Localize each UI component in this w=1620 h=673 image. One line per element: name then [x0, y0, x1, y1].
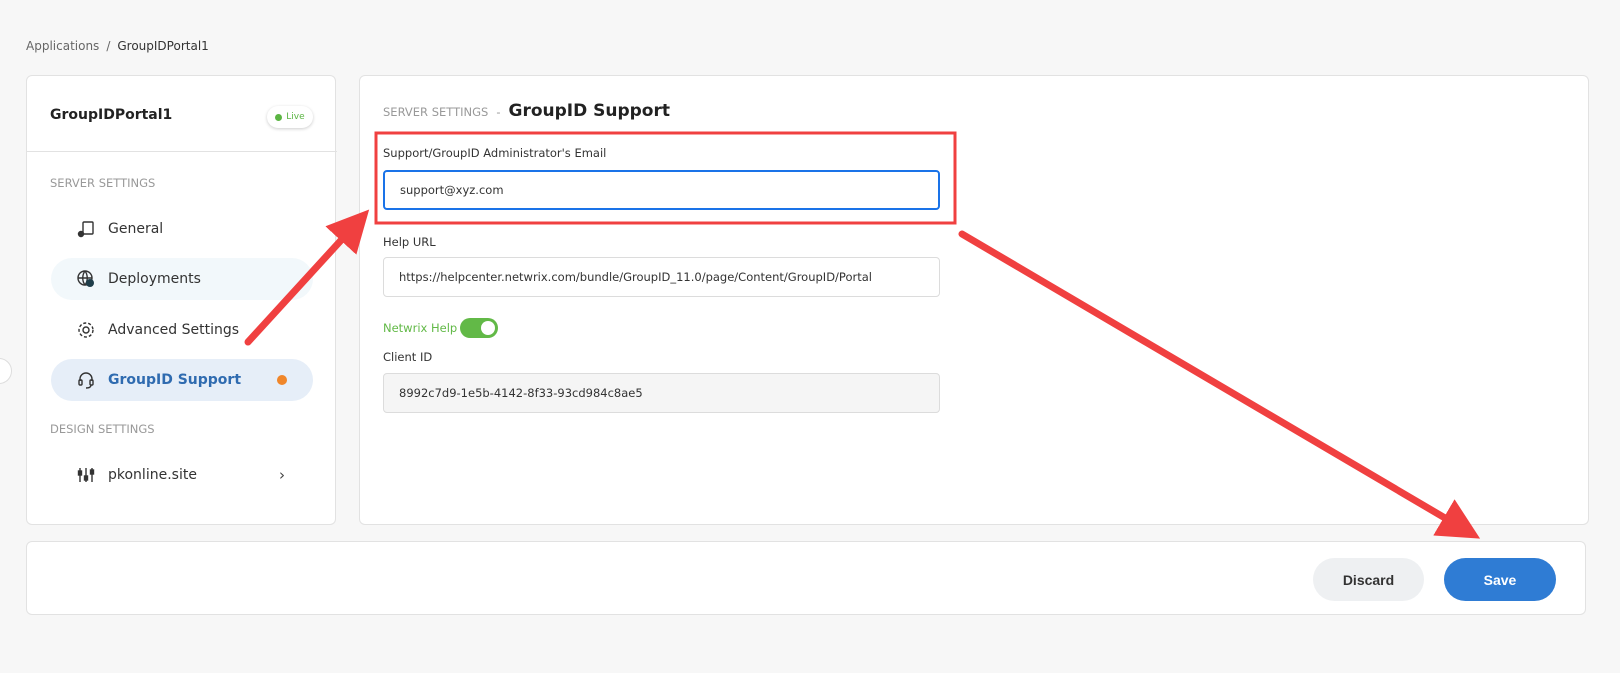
sidebar-item-general[interactable]: General	[51, 208, 313, 250]
design-settings-heading: DESIGN SETTINGS	[50, 422, 155, 436]
client-id-label: Client ID	[383, 350, 433, 364]
toggle-knob	[481, 321, 495, 335]
discard-button[interactable]: Discard	[1313, 558, 1424, 601]
page-header: SERVER SETTINGS - GroupID Support	[383, 101, 670, 121]
help-url-field[interactable]: https://helpcenter.netwrix.com/bundle/Gr…	[383, 257, 940, 297]
breadcrumb-separator: /	[106, 39, 111, 53]
sidebar-item-label: Advanced Settings	[108, 322, 240, 338]
save-button[interactable]: Save	[1444, 558, 1556, 601]
sidebar-item-label: Deployments	[108, 271, 201, 287]
collapse-sidebar-button[interactable]: ‹	[0, 358, 12, 384]
sidebar-item-advanced-settings[interactable]: Advanced Settings	[51, 309, 313, 351]
email-label: Support/GroupID Administrator's Email	[383, 146, 607, 160]
sidebar-item-groupid-support[interactable]: GroupID Support	[51, 359, 313, 401]
netwrix-help-label: Netwrix Help	[383, 321, 458, 335]
client-id-field: 8992c7d9-1e5b-4142-8f33-93cd984c8ae5	[383, 373, 940, 413]
section-label: SERVER SETTINGS	[383, 105, 489, 119]
globe-upload-icon	[77, 270, 94, 287]
status-text: Live	[286, 112, 305, 122]
main-panel: SERVER SETTINGS - GroupID Support Support/…	[359, 75, 1589, 525]
sidebar-item-label: pkonline.site	[108, 467, 197, 483]
headset-icon	[78, 372, 94, 389]
page-title: GroupID Support	[508, 101, 671, 121]
sidebar-item-label: General	[108, 221, 164, 237]
unsaved-changes-dot	[277, 375, 287, 385]
sidebar-item-pkonline-site[interactable]: pkonline.site ›	[51, 454, 313, 496]
breadcrumb-current: GroupIDPortal1	[117, 39, 209, 53]
live-dot-icon	[275, 113, 283, 121]
help-url-label: Help URL	[383, 235, 436, 249]
server-settings-heading: SERVER SETTINGS	[50, 176, 156, 190]
divider	[27, 151, 337, 152]
footer-bar: Discard Save	[26, 541, 1586, 615]
breadcrumb-applications[interactable]: Applications	[26, 39, 99, 53]
general-settings-icon	[77, 221, 94, 238]
sidebar-item-label: GroupID Support	[108, 372, 242, 388]
netwrix-help-toggle[interactable]	[460, 318, 498, 338]
app-name: GroupIDPortal1	[50, 107, 173, 123]
header-separator: -	[496, 105, 501, 119]
chevron-right-icon: ›	[279, 466, 285, 484]
sliders-icon	[77, 468, 95, 482]
email-field[interactable]: support@xyz.com	[383, 170, 940, 210]
gear-icon	[78, 322, 94, 338]
breadcrumb: Applications / GroupIDPortal1	[26, 39, 209, 53]
sidebar: GroupIDPortal1 Live SERVER SETTINGS Gene…	[26, 75, 337, 525]
status-badge: Live	[267, 106, 313, 128]
sidebar-item-deployments[interactable]: Deployments	[51, 258, 313, 300]
